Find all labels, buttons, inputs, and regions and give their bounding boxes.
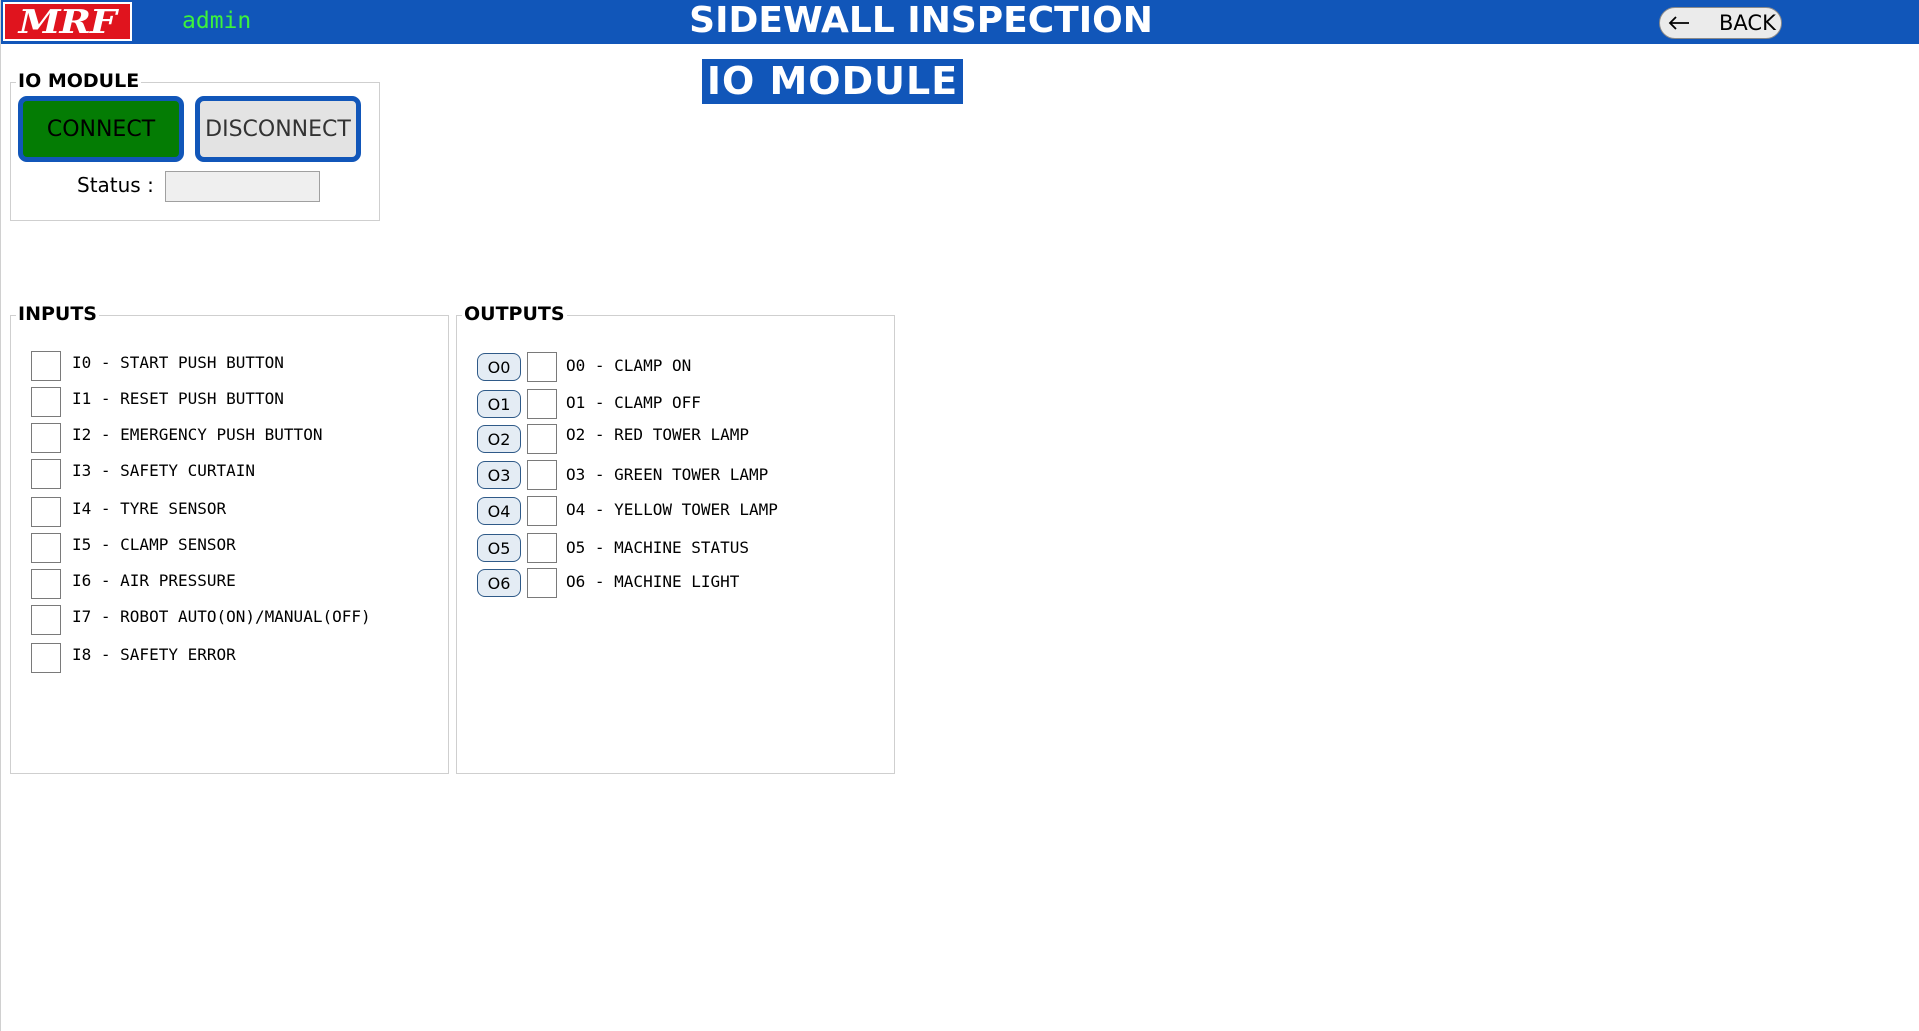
output-button-o5[interactable]: O5 [477,534,521,562]
output-checkbox-o4[interactable] [527,496,557,526]
username-label: admin [182,8,252,34]
back-label: BACK [1719,11,1776,35]
input-label-i1: I1 - RESET PUSH BUTTON [72,389,284,408]
input-checkbox-i0[interactable] [31,351,61,381]
input-label-i2: I2 - EMERGENCY PUSH BUTTON [72,425,323,444]
output-label-o4: O4 - YELLOW TOWER LAMP [566,500,778,519]
input-label-i4: I4 - TYRE SENSOR [72,499,227,518]
output-checkbox-o3[interactable] [527,460,557,490]
outputs-group-title: OUTPUTS [462,303,567,325]
page-heading: IO MODULE [702,59,963,104]
input-checkbox-i4[interactable] [31,497,61,527]
inputs-group-title: INPUTS [16,303,99,325]
input-checkbox-i2[interactable] [31,423,61,453]
logo-text: MRF [18,2,117,41]
connect-button[interactable]: CONNECT [18,96,184,162]
input-checkbox-i3[interactable] [31,459,61,489]
back-button[interactable]: BACK [1659,7,1782,39]
output-label-o6: O6 - MACHINE LIGHT [566,572,740,591]
input-label-i5: I5 - CLAMP SENSOR [72,535,236,554]
input-label-i0: I0 - START PUSH BUTTON [72,353,284,372]
output-label-o0: O0 - CLAMP ON [566,356,692,375]
input-checkbox-i5[interactable] [31,533,61,563]
io-module-group-title: IO MODULE [16,70,142,92]
input-label-i7: I7 - ROBOT AUTO(ON)/MANUAL(OFF) [72,607,371,626]
app-title: SIDEWALL INSPECTION [689,0,1153,41]
output-label-o3: O3 - GREEN TOWER LAMP [566,465,769,484]
output-checkbox-o5[interactable] [527,533,557,563]
output-checkbox-o2[interactable] [527,424,557,454]
output-button-o4[interactable]: O4 [477,497,521,525]
output-checkbox-o6[interactable] [527,568,557,598]
output-button-o2[interactable]: O2 [477,425,521,453]
status-label: Status : [77,173,154,197]
input-checkbox-i6[interactable] [31,569,61,599]
output-button-o3[interactable]: O3 [477,461,521,489]
input-label-i3: I3 - SAFETY CURTAIN [72,461,256,480]
output-label-o5: O5 - MACHINE STATUS [566,538,750,557]
status-field [165,171,320,202]
input-checkbox-i7[interactable] [31,605,61,635]
input-checkbox-i1[interactable] [31,387,61,417]
app-window: MRF admin SIDEWALL INSPECTION BACK IO MO… [0,0,1919,1031]
output-checkbox-o1[interactable] [527,389,557,419]
input-checkbox-i8[interactable] [31,643,61,673]
output-button-o6[interactable]: O6 [477,569,521,597]
disconnect-button[interactable]: DISCONNECT [195,96,361,162]
output-label-o2: O2 - RED TOWER LAMP [566,425,750,444]
output-button-o1[interactable]: O1 [477,390,521,418]
input-label-i8: I8 - SAFETY ERROR [72,645,236,664]
top-bar: MRF admin SIDEWALL INSPECTION BACK [1,0,1919,44]
output-button-o0[interactable]: O0 [477,353,521,381]
output-label-o1: O1 - CLAMP OFF [566,393,701,412]
mrf-logo: MRF [3,2,132,41]
input-label-i6: I6 - AIR PRESSURE [72,571,236,590]
output-checkbox-o0[interactable] [527,352,557,382]
arrow-left-icon [1668,16,1689,30]
